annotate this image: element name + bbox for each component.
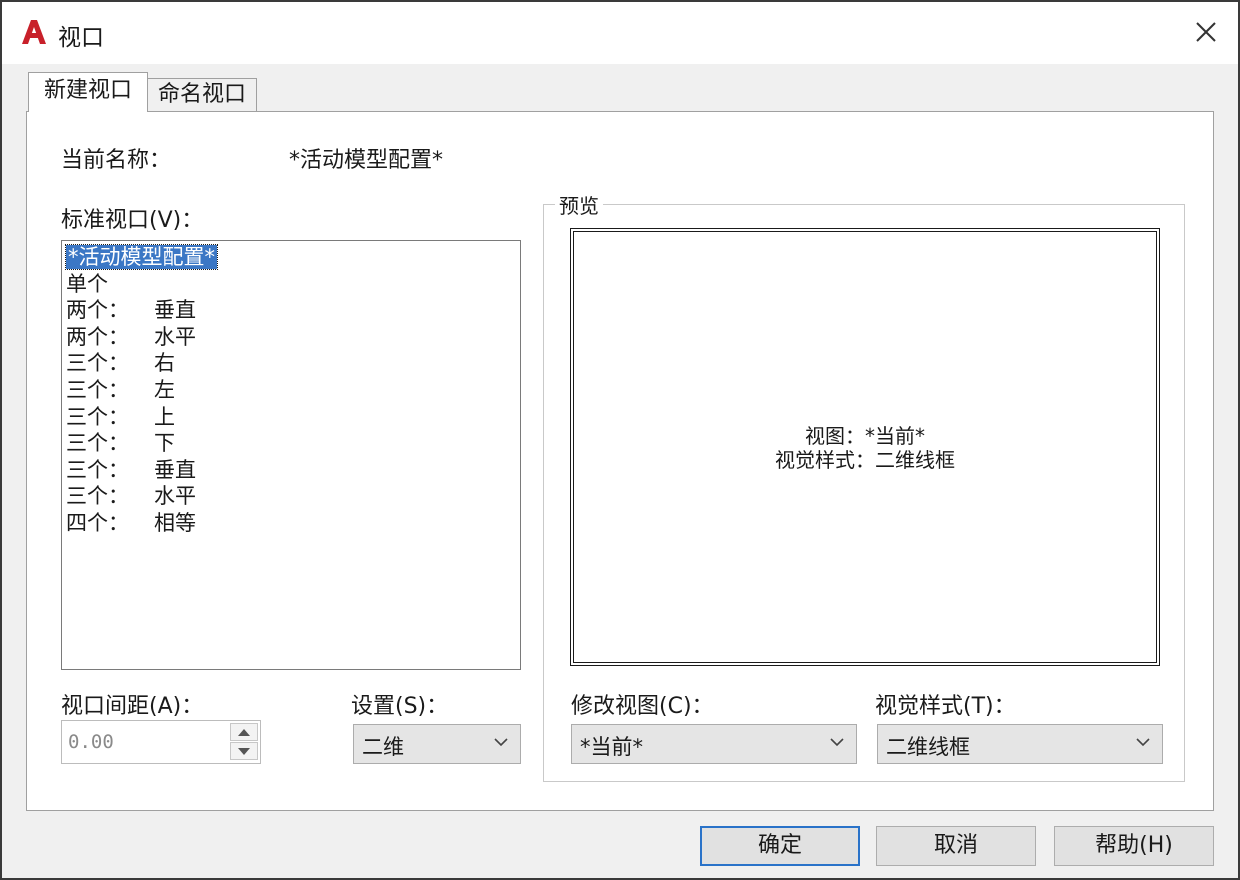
preview-pane: 视图：*当前* 视觉样式：二维线框	[570, 228, 1160, 666]
tab-new-viewports[interactable]: 新建视口	[28, 72, 148, 112]
dialog-body: 新建视口 命名视口 当前名称： *活动模型配置* 标准视口(V)： *活动模型配…	[2, 64, 1238, 878]
stepper-buttons	[230, 723, 258, 761]
list-item[interactable]: 三个：下	[66, 430, 516, 457]
viewport-spacing-label: 视口间距(A)：	[61, 694, 204, 719]
visual-style-label: 视觉样式(T)：	[875, 694, 1016, 719]
standard-viewports-list[interactable]: *活动模型配置* 单个 两个： 垂直 两个： 水平 三个：右 三个：左 三个：上 三…	[61, 240, 521, 670]
visual-style-dropdown[interactable]: 二维线框	[877, 724, 1163, 764]
list-item[interactable]: 三个： 水平	[66, 483, 516, 510]
current-name-value: *活动模型配置*	[289, 148, 444, 173]
list-item[interactable]: 四个： 相等	[66, 510, 516, 537]
decrement-button[interactable]	[230, 742, 258, 760]
change-view-value: *当前*	[580, 735, 643, 759]
current-name-label: 当前名称：	[61, 148, 172, 173]
list-item[interactable]: 三个：上	[66, 404, 516, 431]
chevron-down-icon	[830, 738, 844, 747]
setup-value: 二维	[362, 735, 404, 759]
list-item[interactable]: *活动模型配置*	[65, 244, 516, 271]
standard-viewports-label: 标准视口(V)：	[61, 208, 204, 233]
preview-style-text: 视觉样式：二维线框	[775, 448, 955, 472]
list-item[interactable]: 单个	[66, 271, 516, 298]
preview-view-text: 视图：*当前*	[805, 424, 925, 448]
list-item[interactable]: 三个：左	[66, 377, 516, 404]
setup-label: 设置(S)：	[351, 694, 449, 719]
ok-button[interactable]: 确定	[700, 826, 860, 866]
setup-dropdown[interactable]: 二维	[353, 724, 521, 764]
chevron-down-icon	[494, 738, 508, 747]
arrow-up-icon	[238, 729, 250, 736]
title-bar: 视口	[2, 2, 1238, 64]
preview-legend: 预览	[555, 190, 603, 219]
visual-style-value: 二维线框	[886, 735, 970, 759]
chevron-down-icon	[1136, 738, 1150, 747]
close-icon[interactable]	[1186, 12, 1226, 52]
window-title: 视口	[58, 25, 104, 51]
change-view-dropdown[interactable]: *当前*	[571, 724, 857, 764]
autocad-logo-icon	[22, 20, 46, 44]
list-item[interactable]: 三个： 垂直	[66, 457, 516, 484]
cancel-button[interactable]: 取消	[876, 826, 1036, 866]
increment-button[interactable]	[230, 723, 258, 741]
viewport-spacing-value: 0.00	[68, 731, 114, 753]
help-button[interactable]: 帮助(H)	[1054, 826, 1214, 866]
viewports-dialog: 视口 新建视口 命名视口 当前名称： *活动模型配置* 标准视口(V)： *活动…	[0, 0, 1240, 880]
change-view-label: 修改视图(C)：	[571, 694, 714, 719]
new-viewports-panel: 当前名称： *活动模型配置* 标准视口(V)： *活动模型配置* 单个 两个：垂…	[26, 111, 1214, 811]
viewport-spacing-stepper[interactable]: 0.00	[61, 720, 261, 764]
tab-named-viewports[interactable]: 命名视口	[147, 78, 257, 112]
list-item[interactable]: 两个： 水平	[66, 324, 516, 351]
list-item[interactable]: 三个：右	[66, 350, 516, 377]
arrow-down-icon	[238, 748, 250, 755]
list-item[interactable]: 两个： 垂直	[66, 297, 516, 324]
